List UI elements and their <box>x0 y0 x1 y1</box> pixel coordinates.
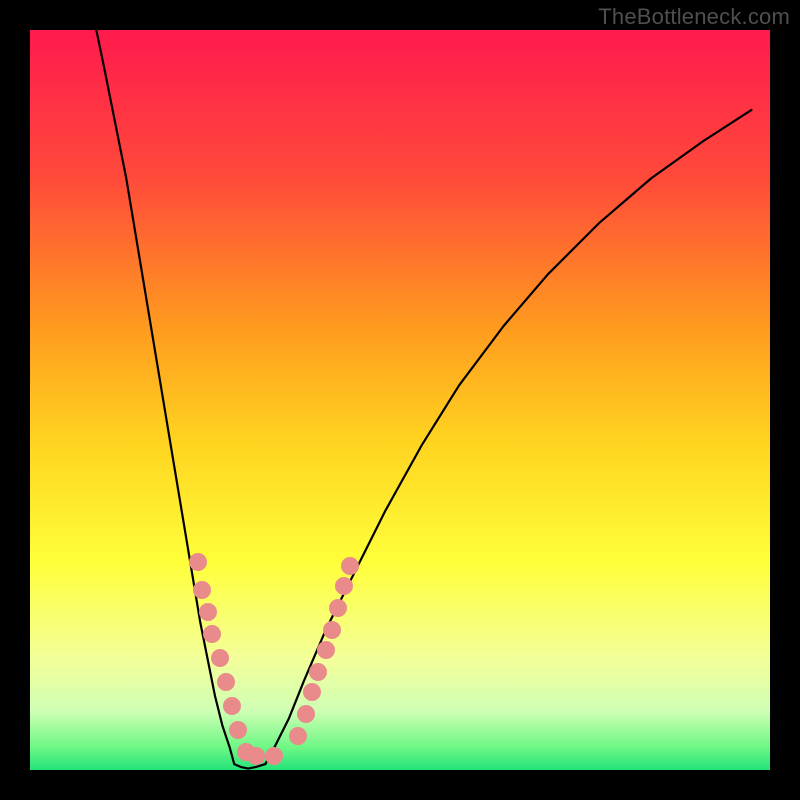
cluster-dot <box>309 663 327 681</box>
cluster-dot <box>199 603 217 621</box>
cluster-dot <box>223 697 241 715</box>
plot-area <box>30 30 770 770</box>
cluster-dot <box>329 599 347 617</box>
cluster-dot <box>211 649 229 667</box>
chart-svg <box>30 30 770 770</box>
cluster-dot <box>193 581 211 599</box>
cluster-dot <box>335 577 353 595</box>
outer-frame: TheBottleneck.com <box>0 0 800 800</box>
cluster-dot <box>247 747 265 765</box>
background-gradient <box>30 30 770 770</box>
cluster-dot <box>289 727 307 745</box>
watermark-text: TheBottleneck.com <box>598 4 790 30</box>
cluster-dot <box>323 621 341 639</box>
cluster-dot <box>265 747 283 765</box>
cluster-dot <box>297 705 315 723</box>
cluster-dot <box>229 721 247 739</box>
cluster-dot <box>217 673 235 691</box>
cluster-dot <box>341 557 359 575</box>
cluster-dot <box>317 641 335 659</box>
cluster-dot <box>189 553 207 571</box>
cluster-dot <box>203 625 221 643</box>
cluster-dot <box>303 683 321 701</box>
